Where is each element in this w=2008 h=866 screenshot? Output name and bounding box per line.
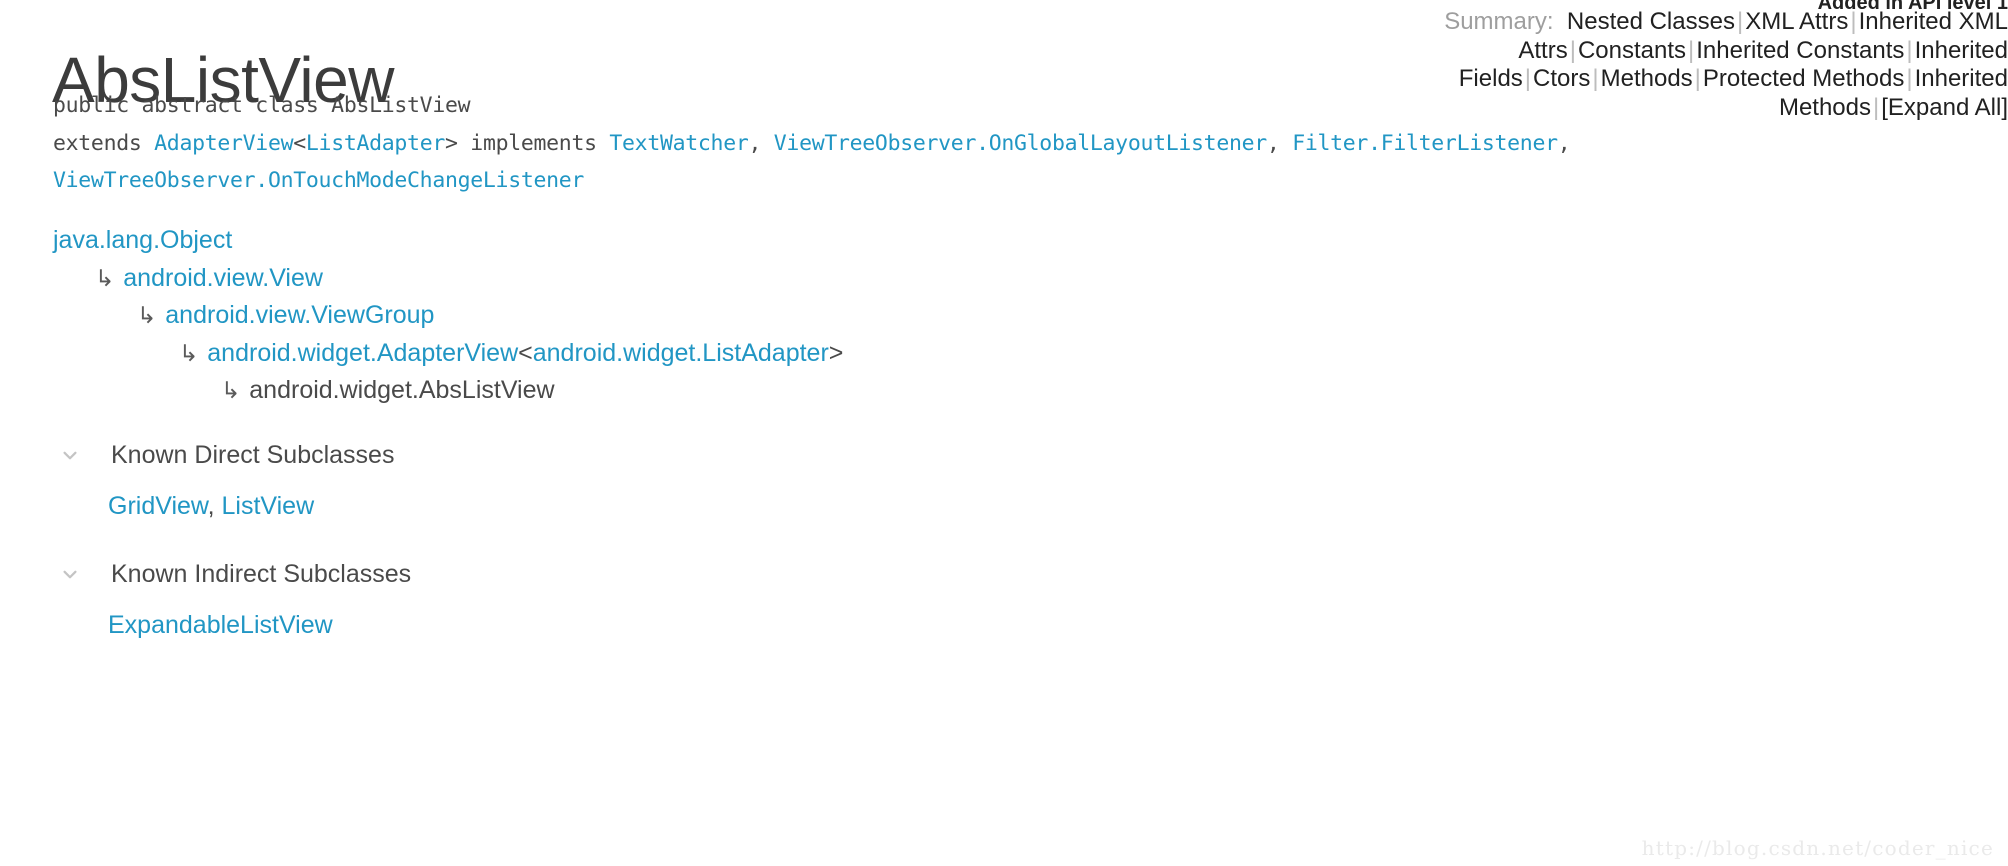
summary-separator: |: [1736, 8, 1744, 35]
generic-close-bracket: >: [445, 130, 458, 156]
hierarchy-arrow-icon: ↳: [137, 303, 157, 329]
summary-separator: |: [1569, 36, 1576, 64]
chevron-down-icon[interactable]: [53, 438, 87, 472]
subclass-link-gridview[interactable]: GridView: [108, 492, 208, 520]
declaration-comma: ,: [1557, 130, 1571, 156]
superclass-link-adapterview[interactable]: AdapterView: [154, 131, 293, 156]
interface-link-ongloballayoutlistener[interactable]: ViewTreeObserver.OnGlobalLayoutListener: [774, 131, 1267, 156]
known-indirect-subclasses-toggle[interactable]: Known Indirect Subclasses: [53, 557, 953, 591]
watermark: http://blog.csdn.net/coder_nice: [1641, 836, 1994, 860]
known-direct-subclasses-section: Known Direct Subclasses GridView, ListVi…: [53, 438, 953, 523]
known-direct-subclasses-list: GridView, ListView: [53, 489, 953, 523]
declaration-line-interfaces-wrap: ViewTreeObserver.OnTouchModeChangeListen…: [53, 162, 1953, 200]
known-indirect-subclasses-list: ExpandableListView: [53, 608, 953, 642]
summary-link-constants[interactable]: Constants: [1578, 37, 1686, 64]
known-indirect-subclasses-section: Known Indirect Subclasses ExpandableList…: [53, 557, 953, 642]
declaration-line-modifiers: public abstract class AbsListView: [53, 87, 1953, 125]
summary-separator: |: [1850, 8, 1857, 35]
hierarchy-link-android-widget-adapterview[interactable]: android.widget.AdapterView: [207, 339, 518, 367]
hierarchy-arrow-icon: ↳: [179, 340, 199, 367]
subclass-list-separator: ,: [207, 492, 222, 520]
summary-separator: |: [1688, 36, 1695, 64]
hierarchy-row: ↳ android.widget.AbsListView: [53, 372, 843, 410]
inheritance-hierarchy: java.lang.Object ↳ android.view.View ↳ and…: [53, 222, 843, 410]
summary-label: Summary:: [1444, 8, 1554, 35]
extends-keyword: extends: [53, 130, 155, 156]
hierarchy-row: ↳ android.view.ViewGroup: [53, 297, 843, 335]
summary-link-xml-attrs[interactable]: XML Attrs: [1745, 8, 1848, 35]
hierarchy-link-android-widget-listadapter[interactable]: android.widget.ListAdapter: [533, 339, 829, 367]
declaration-modifiers-text: public abstract class AbsListView: [53, 93, 471, 118]
hierarchy-link-android-view-view[interactable]: android.view.View: [123, 264, 323, 292]
known-direct-subclasses-title: Known Direct Subclasses: [111, 440, 395, 469]
interface-link-filterlistener[interactable]: Filter.FilterListener: [1292, 131, 1558, 156]
declaration-comma: ,: [1266, 130, 1293, 156]
chevron-down-icon[interactable]: [53, 557, 87, 591]
interface-link-ontouchmodechangelistener[interactable]: ViewTreeObserver.OnTouchModeChangeListen…: [53, 168, 584, 193]
class-declaration: public abstract class AbsListView extend…: [53, 87, 1953, 200]
declaration-comma: ,: [748, 130, 774, 156]
interface-link-textwatcher[interactable]: TextWatcher: [609, 131, 748, 156]
summary-link-nested-classes[interactable]: Nested Classes: [1567, 8, 1735, 35]
hierarchy-row: java.lang.Object: [53, 222, 843, 260]
declaration-line-extends: extends AdapterView<ListAdapter> impleme…: [53, 125, 1953, 163]
hierarchy-arrow-icon: ↳: [221, 378, 241, 404]
hierarchy-row: ↳ android.widget.AdapterView<android.widg…: [53, 335, 843, 373]
hierarchy-generic-close: >: [828, 338, 844, 367]
hierarchy-current-class: android.widget.AbsListView: [249, 376, 555, 404]
hierarchy-link-java-lang-object[interactable]: java.lang.Object: [53, 226, 232, 254]
hierarchy-link-android-view-viewgroup[interactable]: android.view.ViewGroup: [165, 301, 434, 329]
hierarchy-arrow-icon: ↳: [95, 265, 115, 292]
summary-link-inherited-constants[interactable]: Inherited Constants: [1696, 37, 1904, 64]
known-direct-subclasses-toggle[interactable]: Known Direct Subclasses: [53, 438, 953, 472]
android-docs-class-page: { "api_level": { "text": "Added in API l…: [0, 0, 2008, 866]
hierarchy-row: ↳ android.view.View: [53, 260, 843, 298]
subclass-link-listview[interactable]: ListView: [222, 492, 315, 520]
subclass-link-expandablelistview[interactable]: ExpandableListView: [108, 611, 333, 639]
implements-keyword: implements: [457, 130, 610, 156]
hierarchy-generic-open: <: [518, 338, 533, 367]
generic-param-link-listadapter[interactable]: ListAdapter: [306, 131, 445, 156]
known-indirect-subclasses-title: Known Indirect Subclasses: [111, 559, 412, 588]
generic-open-bracket: <: [293, 130, 306, 156]
summary-separator: |: [1906, 36, 1913, 64]
